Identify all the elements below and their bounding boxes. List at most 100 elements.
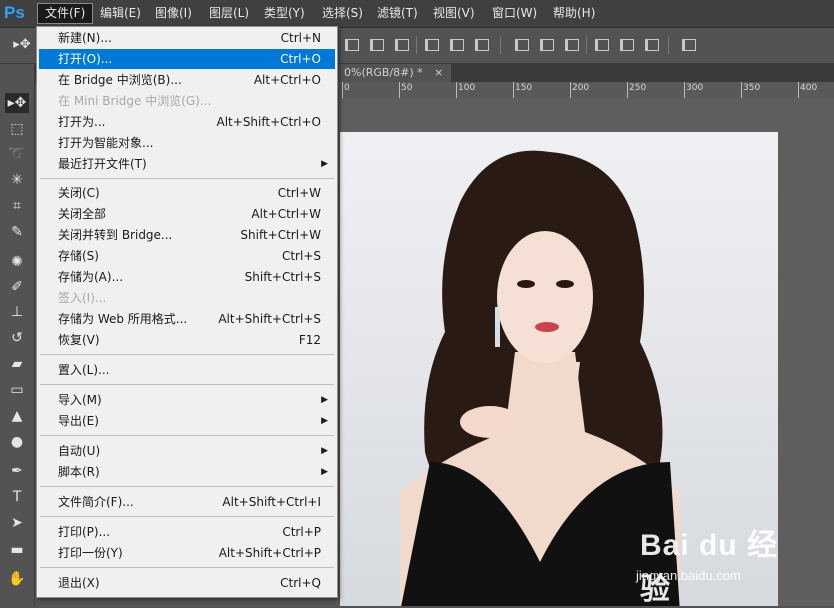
eyedropper-tool-icon[interactable]: ✎ [5,222,29,242]
close-icon[interactable]: × [434,66,443,79]
menu-view[interactable]: 视图(V) [426,4,482,23]
menu-separator [40,178,334,179]
auto-align-icon[interactable] [682,39,696,51]
shape-tool-icon[interactable]: ▬ [5,540,29,560]
menu-item-save-as[interactable]: 存储为(A)... Shift+Ctrl+S [39,267,335,287]
menu-item-recent-files[interactable]: 最近打开文件(T) ▶ [39,154,335,174]
align-bottom-icon[interactable] [395,39,409,51]
brush-tool-icon[interactable]: ✐ [5,277,29,297]
hand-tool-icon[interactable]: ✋ [5,569,29,589]
menu-item-shortcut: Shift+Ctrl+W [240,228,321,242]
align-top-icon[interactable] [345,39,359,51]
distribute-vcenter-icon[interactable] [540,39,554,51]
baidu-watermark-logo: Bai du 经验 [640,529,779,606]
menu-separator [40,435,334,436]
menu-separator [40,354,334,355]
blur-tool-icon[interactable]: ▲ [5,406,29,426]
menu-item-shortcut: Alt+Shift+Ctrl+S [218,312,321,326]
dodge-tool-icon[interactable]: ● [5,432,29,452]
menu-layer[interactable]: 图层(L) [202,4,256,23]
divider [500,36,501,54]
menu-item-open[interactable]: 打开(O)... Ctrl+O [39,49,335,69]
menu-item-label: 最近打开文件(T) [58,157,147,171]
menu-item-revert[interactable]: 恢复(V) F12 [39,330,335,350]
clone-stamp-tool-icon[interactable]: ⊥ [5,302,29,322]
eraser-tool-icon[interactable]: ▰ [5,354,29,374]
menu-item-label: 关闭(C) [58,186,100,200]
move-tool-icon[interactable]: ▸✥ [5,93,29,113]
menu-item-check-in: 签入(I)... [39,288,335,308]
move-tool-options-icon[interactable]: ▸✥ [10,35,34,55]
menu-item-new[interactable]: 新建(N)... Ctrl+N [39,28,335,48]
gradient-tool-icon[interactable]: ▭ [5,380,29,400]
distribute-bottom-icon[interactable] [565,39,579,51]
menu-item-exit[interactable]: 退出(X) Ctrl+Q [39,573,335,593]
menu-item-open-as[interactable]: 打开为... Alt+Shift+Ctrl+O [39,112,335,132]
ruler-label: 400 [800,83,818,93]
menu-item-label: 打开为智能对象... [58,136,154,150]
menu-separator [40,384,334,385]
divider [416,36,417,54]
menu-item-export[interactable]: 导出(E) ▶ [39,411,335,431]
magic-wand-tool-icon[interactable]: ✳ [5,170,29,190]
menu-item-place[interactable]: 置入(L)... [39,360,335,380]
ruler-label: 300 [686,83,704,93]
menu-item-label: 存储为(A)... [58,270,124,284]
menu-item-print[interactable]: 打印(P)... Ctrl+P [39,522,335,542]
menu-item-shortcut: Alt+Shift+Ctrl+I [222,495,321,509]
menu-item-import[interactable]: 导入(M) ▶ [39,390,335,410]
align-right-icon[interactable] [475,39,489,51]
menu-item-shortcut: Ctrl+O [280,52,321,66]
menu-item-close-and-go-to-bridge[interactable]: 关闭并转到 Bridge... Shift+Ctrl+W [39,225,335,245]
path-selection-tool-icon[interactable]: ➤ [5,513,29,533]
history-brush-tool-icon[interactable]: ↺ [5,328,29,348]
menu-item-close-all[interactable]: 关闭全部 Alt+Ctrl+W [39,204,335,224]
menu-item-shortcut: Ctrl+S [281,249,321,263]
align-hcenter-icon[interactable] [450,39,464,51]
menu-item-save[interactable]: 存储(S) Ctrl+S [39,246,335,266]
pen-tool-icon[interactable]: ✒ [5,461,29,481]
menu-item-save-for-web[interactable]: 存储为 Web 所用格式... Alt+Shift+Ctrl+S [39,309,335,329]
ruler-label: 200 [572,83,590,93]
ruler-label: 150 [515,83,533,93]
menu-item-shortcut: Ctrl+N [280,31,321,45]
crop-tool-icon[interactable]: ⌗ [5,196,29,216]
distribute-top-icon[interactable] [515,39,529,51]
menu-item-browse-in-bridge[interactable]: 在 Bridge 中浏览(B)... Alt+Ctrl+O [39,70,335,90]
menu-bar: Ps 文件(F) 编辑(E) 图像(I) 图层(L) 类型(Y) 选择(S) 滤… [0,0,834,28]
healing-brush-tool-icon[interactable]: ✺ [5,252,29,272]
menu-item-label: 打开(O)... [58,52,113,66]
marquee-tool-icon[interactable]: ⬚ [5,119,29,139]
menu-item-label: 文件简介(F)... [58,495,134,509]
menu-item-shortcut: Alt+Ctrl+W [251,207,321,221]
menu-item-scripts[interactable]: 脚本(R) ▶ [39,462,335,482]
submenu-arrow-icon: ▶ [321,467,328,477]
align-left-icon[interactable] [425,39,439,51]
menu-filter[interactable]: 滤镜(T) [370,4,425,23]
distribute-right-icon[interactable] [645,39,659,51]
menu-item-label: 存储(S) [58,249,99,263]
document-tab[interactable]: 0%(RGB/8#) * × [336,64,452,82]
menu-item-close[interactable]: 关闭(C) Ctrl+W [39,183,335,203]
menu-item-open-as-smart-object[interactable]: 打开为智能对象... [39,133,335,153]
menu-item-shortcut: Ctrl+Q [280,576,321,590]
menu-help[interactable]: 帮助(H) [546,4,602,23]
lasso-tool-icon[interactable]: ➰ [5,144,29,164]
menu-select[interactable]: 选择(S) [315,4,370,23]
align-vcenter-icon[interactable] [370,39,384,51]
distribute-hcenter-icon[interactable] [620,39,634,51]
menu-window[interactable]: 窗口(W) [485,4,544,23]
menu-edit[interactable]: 编辑(E) [93,4,148,23]
menu-file[interactable]: 文件(F) [36,3,94,24]
ruler-label: 250 [629,83,647,93]
menu-item-print-one-copy[interactable]: 打印一份(Y) Alt+Shift+Ctrl+P [39,543,335,563]
distribute-left-icon[interactable] [595,39,609,51]
menu-item-file-info[interactable]: 文件简介(F)... Alt+Shift+Ctrl+I [39,492,335,512]
divider [668,36,669,54]
submenu-arrow-icon: ▶ [321,159,328,169]
menu-type[interactable]: 类型(Y) [257,4,312,23]
menu-item-shortcut: Alt+Shift+Ctrl+P [218,546,321,560]
type-tool-icon[interactable]: T [5,487,29,507]
menu-item-automate[interactable]: 自动(U) ▶ [39,441,335,461]
menu-image[interactable]: 图像(I) [148,4,199,23]
